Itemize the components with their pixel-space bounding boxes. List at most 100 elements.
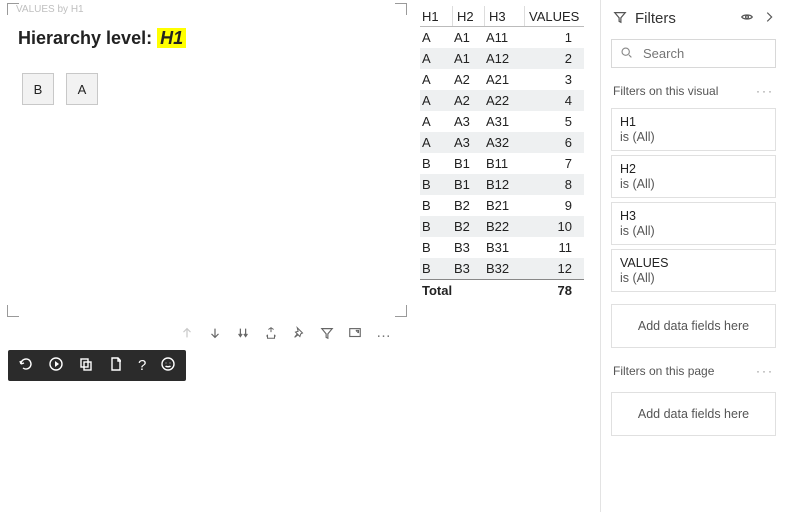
table-cell: B	[420, 261, 452, 276]
table-cell: B32	[484, 261, 524, 276]
visual-card[interactable]: VALUES by H1 Hierarchy level: H1 B A	[8, 4, 406, 316]
refresh-icon[interactable]	[18, 356, 34, 375]
data-table: H1 H2 H3 VALUES AA1A111AA1A122AA2A213AA2…	[420, 6, 584, 300]
more-icon[interactable]	[376, 324, 391, 341]
table-cell: A	[420, 51, 452, 66]
hierarchy-level-value: H1	[157, 28, 186, 48]
filter-card-name: VALUES	[620, 256, 767, 270]
table-cell: 9	[524, 198, 578, 213]
table-cell: A1	[452, 51, 484, 66]
hierarchy-level-heading: Hierarchy level: H1	[18, 28, 396, 49]
chip-row: B A	[18, 73, 396, 105]
table-cell: 12	[524, 261, 578, 276]
table-row[interactable]: BB1B117	[420, 153, 584, 174]
filters-search[interactable]	[611, 39, 776, 68]
action-bar: ?	[8, 350, 186, 381]
table-cell: 6	[524, 135, 578, 150]
table-cell: B1	[452, 177, 484, 192]
filter-card-name: H1	[620, 115, 767, 129]
col-h3[interactable]: H3	[484, 6, 524, 26]
table-cell: B1	[452, 156, 484, 171]
table-cell: 10	[524, 219, 578, 234]
table-cell: B21	[484, 198, 524, 213]
up-arrow-icon[interactable]	[180, 326, 194, 340]
page-icon[interactable]	[108, 356, 124, 375]
resize-handle-br[interactable]	[395, 305, 407, 317]
filter-card[interactable]: H3is (All)	[611, 202, 776, 245]
filter-card[interactable]: VALUESis (All)	[611, 249, 776, 292]
expand-icon[interactable]	[264, 326, 278, 340]
table-row[interactable]: AA3A326	[420, 132, 584, 153]
table-cell: 8	[524, 177, 578, 192]
table-cell: 1	[524, 30, 578, 45]
col-h1[interactable]: H1	[420, 6, 452, 26]
table-cell: A32	[484, 135, 524, 150]
table-total-row: Total 78	[420, 279, 584, 300]
table-row[interactable]: BB3B3212	[420, 258, 584, 279]
table-cell: B	[420, 240, 452, 255]
table-cell: B22	[484, 219, 524, 234]
table-cell: A	[420, 30, 452, 45]
add-fields-visual[interactable]: Add data fields here	[611, 304, 776, 348]
down-arrow-icon[interactable]	[208, 326, 222, 340]
table-cell: B	[420, 198, 452, 213]
table-cell: B11	[484, 156, 524, 171]
chip-b[interactable]: B	[22, 73, 54, 105]
table-row[interactable]: AA3A315	[420, 111, 584, 132]
play-icon[interactable]	[48, 356, 64, 375]
search-input[interactable]	[641, 45, 767, 62]
total-value: 78	[524, 283, 578, 298]
pin-icon[interactable]	[292, 326, 306, 340]
table-header[interactable]: H1 H2 H3 VALUES	[420, 6, 584, 27]
double-down-icon[interactable]	[236, 326, 250, 340]
visual-title: VALUES by H1	[12, 4, 88, 15]
col-h2[interactable]: H2	[452, 6, 484, 26]
filter-icon[interactable]	[320, 326, 334, 340]
table-row[interactable]: AA1A111	[420, 27, 584, 48]
table-row[interactable]: AA1A122	[420, 48, 584, 69]
hierarchy-level-prefix: Hierarchy level:	[18, 28, 157, 48]
resize-handle-bl[interactable]	[7, 305, 19, 317]
table-cell: 4	[524, 93, 578, 108]
copy-icon[interactable]	[78, 356, 94, 375]
section-more-icon[interactable]	[756, 364, 774, 378]
collapse-icon[interactable]	[762, 10, 776, 27]
filter-card-desc: is (All)	[620, 130, 767, 144]
table-cell: B	[420, 219, 452, 234]
table-cell: B	[420, 177, 452, 192]
table-cell: A3	[452, 135, 484, 150]
resize-handle-tr[interactable]	[395, 3, 407, 15]
section-more-icon[interactable]	[756, 84, 774, 98]
table-cell: A	[420, 114, 452, 129]
col-values[interactable]: VALUES	[524, 6, 578, 26]
filters-title: Filters	[635, 10, 676, 27]
filter-card[interactable]: H1is (All)	[611, 108, 776, 151]
visual-toolbar	[180, 324, 391, 341]
table-cell: B31	[484, 240, 524, 255]
filter-card[interactable]: H2is (All)	[611, 155, 776, 198]
table-cell: A1	[452, 30, 484, 45]
table-row[interactable]: BB2B2210	[420, 216, 584, 237]
table-row[interactable]: BB3B3111	[420, 237, 584, 258]
table-cell: A2	[452, 72, 484, 87]
smile-icon[interactable]	[160, 356, 176, 375]
table-row[interactable]: AA2A224	[420, 90, 584, 111]
chip-a[interactable]: A	[66, 73, 98, 105]
table-cell: A	[420, 93, 452, 108]
add-fields-page[interactable]: Add data fields here	[611, 392, 776, 436]
table-row[interactable]: AA2A213	[420, 69, 584, 90]
total-label: Total	[420, 283, 452, 298]
table-cell: 7	[524, 156, 578, 171]
table-cell: 2	[524, 51, 578, 66]
table-row[interactable]: BB1B128	[420, 174, 584, 195]
filter-icon	[613, 10, 627, 27]
filter-card-name: H3	[620, 209, 767, 223]
table-cell: A22	[484, 93, 524, 108]
table-cell: B	[420, 156, 452, 171]
table-row[interactable]: BB2B219	[420, 195, 584, 216]
filters-panel: Filters Filters on this visual H1is (All…	[600, 0, 786, 512]
help-icon[interactable]: ?	[138, 358, 146, 373]
filter-card-desc: is (All)	[620, 177, 767, 191]
focus-mode-icon[interactable]	[348, 326, 362, 340]
eye-icon[interactable]	[740, 10, 754, 27]
